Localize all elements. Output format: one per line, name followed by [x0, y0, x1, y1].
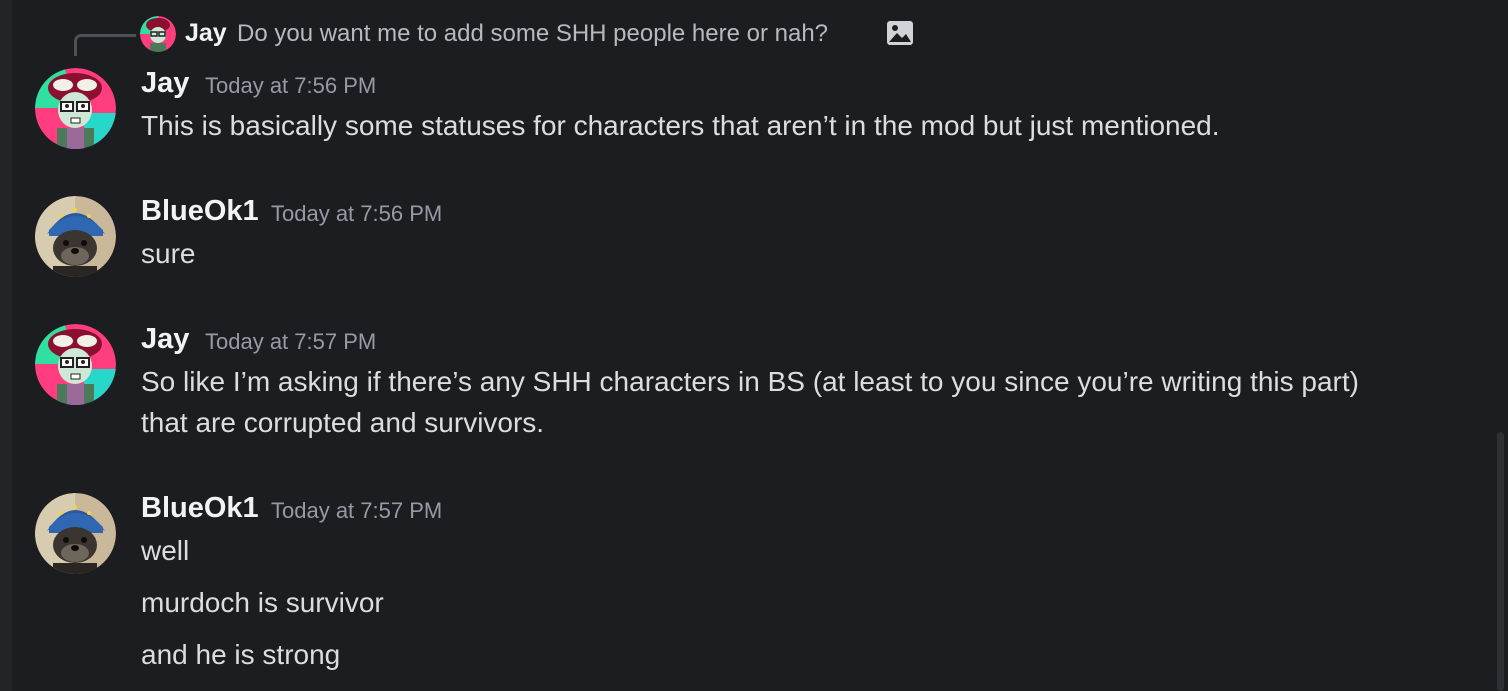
- image-icon: [887, 21, 913, 45]
- reply-preview-text[interactable]: Do you want me to add some SHH people he…: [237, 20, 828, 48]
- blueok1-avatar[interactable]: [35, 196, 116, 277]
- channel-divider: [0, 0, 12, 691]
- message-timestamp[interactable]: Today at 7:56 PM: [205, 73, 376, 99]
- message-text: and he is strong: [141, 639, 341, 670]
- chat-view: Jay Do you want me to add some SHH peopl…: [0, 0, 1508, 691]
- reply-avatar[interactable]: [140, 16, 176, 52]
- message-timestamp[interactable]: Today at 7:57 PM: [271, 498, 442, 524]
- message-timestamp[interactable]: Today at 7:57 PM: [205, 329, 376, 355]
- message-text: that are corrupted and survivors.: [141, 407, 545, 438]
- message-text: This is basically some statuses for char…: [141, 110, 1220, 141]
- message-timestamp[interactable]: Today at 7:56 PM: [271, 201, 442, 227]
- message-text: well: [141, 535, 190, 566]
- message-author[interactable]: Jay: [141, 67, 189, 100]
- message-author[interactable]: Jay: [141, 323, 189, 356]
- scrollbar[interactable]: [1497, 432, 1504, 691]
- message-text: So like I’m asking if there’s any SHH ch…: [141, 366, 1359, 397]
- message-author[interactable]: BlueOk1: [141, 195, 259, 228]
- message-author[interactable]: BlueOk1: [141, 492, 259, 525]
- jay-avatar[interactable]: [35, 324, 116, 405]
- jay-avatar[interactable]: [35, 68, 116, 149]
- reply-author[interactable]: Jay: [185, 19, 227, 48]
- reply-connector: [74, 34, 136, 56]
- message-text: sure: [141, 238, 196, 269]
- reply-reference[interactable]: Jay Do you want me to add some SHH peopl…: [0, 14, 1400, 56]
- blueok1-avatar[interactable]: [35, 493, 116, 574]
- message-text: murdoch is survivor: [141, 587, 384, 618]
